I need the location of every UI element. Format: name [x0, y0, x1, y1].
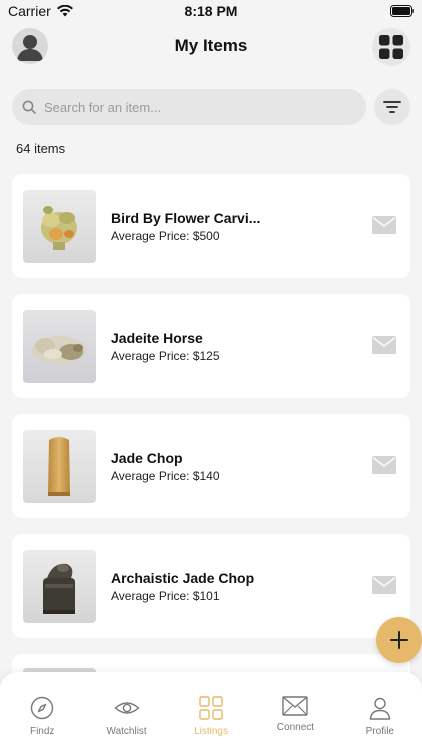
search-box[interactable] — [12, 89, 366, 125]
item-thumbnail — [23, 310, 96, 383]
item-name: Bird By Flower Carvi... — [111, 210, 261, 226]
plus-icon — [390, 631, 408, 649]
list-item[interactable]: Jadeite Horse Average Price: $125 — [12, 294, 410, 398]
tab-label: Watchlist — [106, 726, 147, 737]
status-bar: Carrier 8:18 PM — [0, 0, 422, 22]
grid-view-button[interactable] — [372, 28, 410, 66]
item-name: Jadeite Horse — [111, 330, 203, 346]
tab-label: Profile — [365, 726, 394, 737]
status-time: 8:18 PM — [184, 3, 238, 19]
search-input[interactable] — [44, 99, 344, 115]
tab-label: Listings — [194, 726, 228, 737]
mail-icon[interactable] — [372, 576, 396, 594]
search-row — [12, 89, 410, 125]
header: My Items — [0, 26, 422, 66]
battery-icon — [390, 4, 414, 20]
grid-icon — [379, 35, 403, 59]
item-price: Average Price: $125 — [111, 349, 220, 363]
filter-icon — [383, 101, 401, 113]
search-icon — [22, 100, 36, 114]
item-price: Average Price: $500 — [111, 229, 220, 243]
mail-icon — [282, 696, 309, 716]
mail-icon[interactable] — [372, 216, 396, 234]
item-thumbnail — [23, 430, 96, 503]
item-list: Bird By Flower Carvi... Average Price: $… — [12, 174, 410, 730]
item-count: 64 items — [16, 141, 66, 156]
compass-icon — [31, 696, 54, 720]
item-price: Average Price: $140 — [111, 469, 220, 483]
page-title: My Items — [174, 36, 248, 55]
tab-findz[interactable]: Findz — [0, 672, 84, 750]
tab-watchlist[interactable]: Watchlist — [84, 672, 168, 750]
mail-icon[interactable] — [372, 456, 396, 474]
tab-connect[interactable]: Connect — [253, 672, 337, 750]
tab-listings[interactable]: Listings — [169, 672, 253, 750]
list-item[interactable]: Archaistic Jade Chop Average Price: $101 — [12, 534, 410, 638]
tab-label: Connect — [276, 722, 315, 733]
eye-icon — [114, 702, 140, 714]
tab-bar: Findz Watchlist Listings Connect Profile — [0, 672, 422, 750]
item-thumbnail — [23, 550, 96, 623]
list-item[interactable]: Bird By Flower Carvi... Average Price: $… — [12, 174, 410, 278]
item-thumbnail — [23, 190, 96, 263]
person-icon — [369, 697, 391, 720]
item-name: Jade Chop — [111, 450, 183, 466]
item-price: Average Price: $101 — [111, 589, 220, 603]
mail-icon[interactable] — [372, 336, 396, 354]
add-item-button[interactable] — [376, 617, 422, 663]
item-name: Archaistic Jade Chop — [111, 570, 255, 586]
list-item[interactable]: Jade Chop Average Price: $140 — [12, 414, 410, 518]
tab-profile[interactable]: Profile — [338, 672, 422, 750]
filter-button[interactable] — [374, 89, 410, 125]
grid-icon — [199, 696, 223, 720]
screen: Carrier 8:18 PM My Items Search for an i… — [0, 0, 422, 750]
tab-label: Findz — [29, 726, 55, 737]
